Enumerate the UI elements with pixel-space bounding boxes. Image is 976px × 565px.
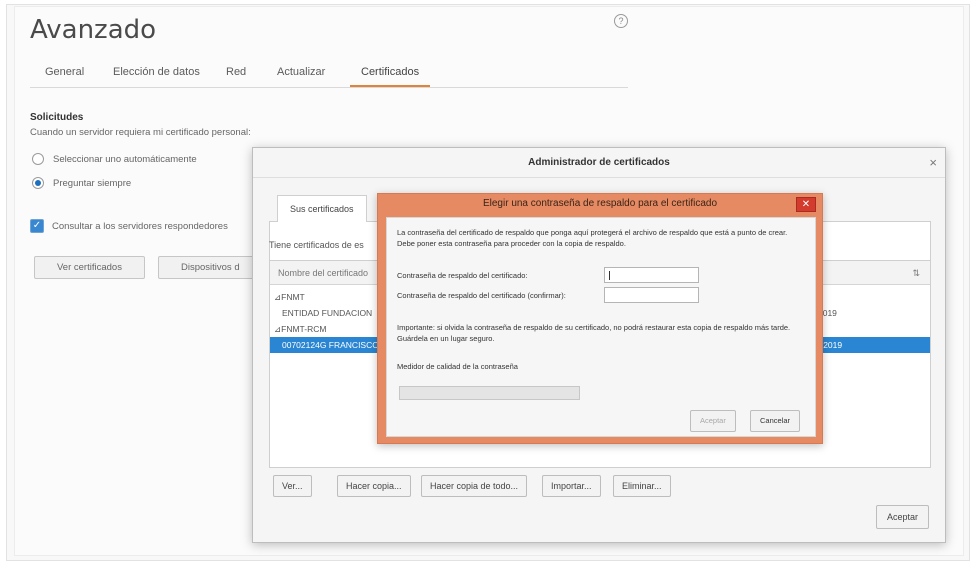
checkbox-checked[interactable]: ✓ — [30, 219, 44, 233]
page-title: Avanzado — [30, 15, 157, 45]
radio-label: Seleccionar uno automáticamente — [53, 153, 197, 165]
delete-button[interactable]: Eliminar... — [613, 475, 671, 497]
radio-label: Preguntar siempre — [53, 177, 132, 189]
tab-update[interactable]: Actualizar — [266, 65, 336, 87]
section-title: Solicitudes — [30, 112, 84, 123]
ocsp-checkbox-row[interactable]: ✓ Consultar a los servidores respondedor… — [30, 219, 228, 233]
quality-meter-label: Medidor de calidad de la contraseña — [397, 362, 518, 371]
dialog-title: Elegir una contraseña de respaldo para e… — [482, 198, 718, 209]
close-icon[interactable]: × — [929, 155, 937, 170]
certificates-intro: Tiene certificados de es — [269, 240, 364, 250]
tab-your-certificates[interactable]: Sus certificados — [277, 195, 367, 222]
confirm-password-label: Contraseña de respaldo del certificado (… — [397, 291, 566, 300]
confirm-password-input[interactable] — [604, 287, 699, 303]
tab-certificates[interactable]: Certificados — [350, 65, 431, 87]
password-input[interactable] — [604, 267, 699, 283]
cancel-button[interactable]: Cancelar — [750, 410, 801, 432]
backup-all-button[interactable]: Hacer copia de todo... — [421, 475, 528, 497]
request-description: Cuando un servidor requiera mi certifica… — [30, 127, 251, 138]
preferences-tabs: General Elección de datos Red Actualizar… — [30, 60, 628, 88]
certificate-name: ENTIDAD FUNDACION — [282, 308, 373, 318]
checkbox-label: Consultar a los servidores respondedores — [52, 220, 228, 232]
intro-text: La contraseña del certificado de respald… — [397, 228, 788, 248]
import-button[interactable]: Importar... — [542, 475, 601, 497]
view-certificates-button[interactable]: Ver certificados — [34, 256, 145, 279]
password-label: Contraseña de respaldo del certificado: — [397, 271, 528, 280]
column-name[interactable]: Nombre del certificado — [278, 268, 368, 278]
tab-general[interactable]: General — [34, 65, 95, 87]
dialog-body: La contraseña del certificado de respald… — [386, 217, 816, 437]
certificate-group: ⊿FNMT-RCM — [274, 324, 327, 334]
tab-data-choices[interactable]: Elección de datos — [102, 65, 211, 87]
radio-select-auto[interactable]: Seleccionar uno automáticamente — [32, 153, 197, 165]
tab-network[interactable]: Red — [215, 65, 257, 87]
view-button[interactable]: Ver... — [273, 475, 312, 497]
security-devices-button[interactable]: Dispositivos d — [158, 256, 263, 279]
help-icon[interactable]: ? — [614, 14, 628, 28]
backup-password-dialog: Elegir una contraseña de respaldo para e… — [377, 193, 823, 444]
radio-button[interactable] — [32, 153, 44, 165]
column-picker-icon[interactable]: ⇅ — [912, 268, 920, 279]
backup-button[interactable]: Hacer copia... — [337, 475, 411, 497]
dialog-title: Administrador de certificados — [253, 148, 945, 178]
certificate-group: ⊿FNMT — [274, 292, 305, 302]
manager-ok-button[interactable]: Aceptar — [875, 505, 929, 529]
important-warning: Importante: si olvida la contraseña de r… — [397, 323, 791, 343]
accept-button[interactable]: Aceptar — [690, 410, 736, 432]
password-quality-meter — [399, 386, 580, 400]
close-icon[interactable]: ✕ — [796, 197, 816, 212]
radio-ask-always[interactable]: Preguntar siempre — [32, 177, 131, 189]
radio-button-selected[interactable] — [32, 177, 44, 189]
certificate-name: 00702124G FRANCISCO — [282, 340, 379, 350]
text-cursor — [609, 271, 610, 280]
